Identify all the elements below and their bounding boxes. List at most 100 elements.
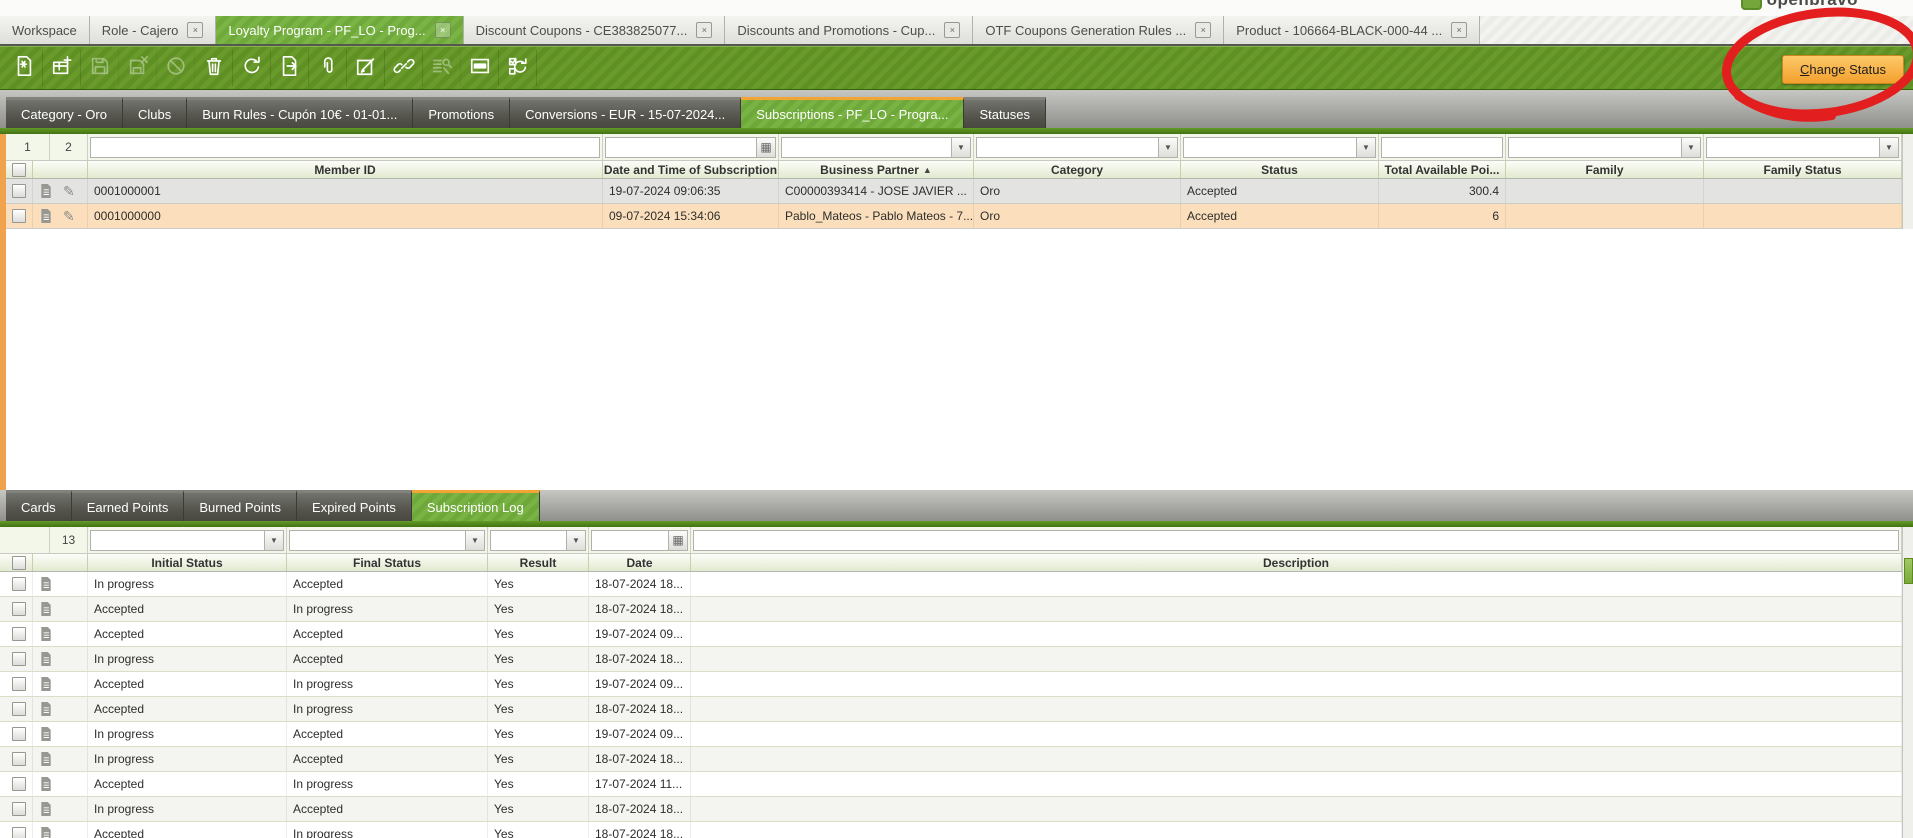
subscription-log-row[interactable]: Accepted In progress Yes 19-07-2024 09... (0, 672, 1913, 697)
window-button[interactable] (461, 50, 499, 86)
row-checkbox[interactable] (12, 652, 26, 666)
column-header-business-partner[interactable]: Business Partner ▲ (779, 161, 974, 178)
subscription-log-row[interactable]: In progress Accepted Yes 19-07-2024 09... (0, 722, 1913, 747)
column-header-date[interactable]: Date (589, 554, 691, 571)
filter-dropdown-icon[interactable]: ▼ (1158, 137, 1177, 157)
row-checkbox[interactable] (12, 827, 26, 838)
column-header-final-status[interactable]: Final Status (287, 554, 488, 571)
column-header-date-and-time-of-subscriptio[interactable]: Date and Time of Subscription (603, 161, 779, 178)
open-record-icon[interactable] (39, 676, 53, 692)
filter-input-final-status[interactable]: ▼ (289, 529, 485, 551)
filter-input-business-partner[interactable]: ▼ (781, 136, 971, 158)
tab-workspace[interactable]: Workspace (0, 16, 90, 44)
open-record-icon[interactable] (39, 183, 53, 199)
close-icon[interactable]: × (434, 22, 451, 38)
edit-record-icon[interactable]: ✎ (63, 208, 75, 225)
column-header-family[interactable]: Family (1506, 161, 1704, 178)
subscription-log-row[interactable]: Accepted In progress Yes 18-07-2024 18... (0, 822, 1913, 838)
close-icon[interactable]: × (944, 22, 961, 38)
lower-grid-scrollbar[interactable] (1902, 527, 1913, 838)
filter-input-total-available-poi[interactable] (1381, 136, 1503, 158)
open-record-icon[interactable] (39, 626, 53, 642)
column-header-total-available-poi[interactable]: Total Available Poi... (1379, 161, 1506, 178)
select-all-checkbox[interactable] (12, 555, 26, 570)
open-record-icon[interactable] (39, 801, 53, 817)
filter-input-family[interactable]: ▼ (1508, 136, 1701, 158)
filter-input-member-id[interactable] (90, 136, 600, 158)
filter-dropdown-icon[interactable]: ▼ (465, 530, 484, 550)
edit-button[interactable] (347, 50, 385, 86)
delete-button[interactable] (195, 50, 233, 86)
open-record-icon[interactable] (39, 701, 53, 717)
tab-loyalty-program-pf-lo-prog[interactable]: Loyalty Program - PF_LO - Prog... × (216, 16, 464, 44)
subscription-log-row[interactable]: Accepted In progress Yes 17-07-2024 11... (0, 772, 1913, 797)
filter-dropdown-icon[interactable]: ▼ (1356, 137, 1375, 157)
subscription-log-row[interactable]: In progress Accepted Yes 18-07-2024 18... (0, 647, 1913, 672)
child-tab-burned-points[interactable]: Burned Points (184, 490, 298, 521)
subscription-log-row[interactable]: Accepted Accepted Yes 19-07-2024 09... (0, 622, 1913, 647)
attachment-button[interactable] (309, 50, 347, 86)
subscription-log-row[interactable]: In progress Accepted Yes 18-07-2024 18... (0, 572, 1913, 597)
scrollbar-thumb[interactable] (1904, 558, 1913, 584)
upper-grid-scrollbar[interactable] (1902, 134, 1913, 229)
tab-role-cajero[interactable]: Role - Cajero × (89, 16, 217, 44)
filter-dropdown-icon[interactable]: ▼ (566, 530, 585, 550)
column-header-member-id[interactable]: Member ID (88, 161, 603, 178)
filter-dropdown-icon[interactable]: ▼ (264, 530, 283, 550)
new-document-button[interactable] (5, 50, 43, 86)
open-record-icon[interactable] (39, 726, 53, 742)
row-checkbox[interactable] (12, 627, 26, 641)
column-header-initial-status[interactable]: Initial Status (88, 554, 287, 571)
link-button[interactable] (385, 50, 423, 86)
column-header-result[interactable]: Result (488, 554, 589, 571)
change-status-button[interactable]: Change Status (1781, 55, 1904, 84)
filter-input-date[interactable]: ▦ (591, 529, 688, 551)
row-checkbox[interactable] (12, 727, 26, 741)
subtab-statuses[interactable]: Statuses (964, 97, 1047, 128)
filter-input-description[interactable] (693, 529, 1899, 551)
subtab-clubs[interactable]: Clubs (122, 97, 188, 128)
tab-discounts-and-promotions-cup[interactable]: Discounts and Promotions - Cup... × (725, 16, 974, 44)
filter-input-initial-status[interactable]: ▼ (90, 529, 284, 551)
child-tab-subscription-log[interactable]: Subscription Log (411, 490, 540, 521)
subscription-log-row[interactable]: Accepted In progress Yes 18-07-2024 18... (0, 697, 1913, 722)
child-tab-earned-points[interactable]: Earned Points (71, 490, 185, 521)
open-record-icon[interactable] (39, 651, 53, 667)
row-checkbox[interactable] (12, 184, 26, 198)
subtab-category-oro[interactable]: Category - Oro (6, 97, 123, 128)
row-checkbox[interactable] (12, 577, 26, 591)
column-header-description[interactable]: Description (691, 554, 1902, 571)
open-record-icon[interactable] (39, 776, 53, 792)
close-icon[interactable]: × (1195, 22, 1212, 38)
open-record-icon[interactable] (39, 826, 53, 838)
calendar-picker-icon[interactable]: ▦ (756, 137, 775, 157)
open-record-icon[interactable] (39, 208, 53, 224)
child-tab-expired-points[interactable]: Expired Points (297, 490, 412, 521)
row-checkbox[interactable] (12, 752, 26, 766)
close-icon[interactable]: × (1451, 22, 1468, 38)
subscription-log-row[interactable]: In progress Accepted Yes 18-07-2024 18... (0, 797, 1913, 822)
row-checkbox[interactable] (12, 209, 26, 223)
filter-input-date-and-time-of-subscriptio[interactable]: ▦ (605, 136, 776, 158)
close-icon[interactable]: × (696, 22, 713, 38)
calendar-picker-icon[interactable]: ▦ (668, 530, 687, 550)
column-header-status[interactable]: Status (1181, 161, 1379, 178)
column-header-family-status[interactable]: Family Status (1704, 161, 1902, 178)
refresh-button[interactable] (233, 50, 271, 86)
filter-input-category[interactable]: ▼ (976, 136, 1178, 158)
column-header-category[interactable]: Category (974, 161, 1181, 178)
select-all-checkbox[interactable] (12, 162, 26, 177)
edit-record-icon[interactable]: ✎ (63, 183, 75, 200)
filter-input-family-status[interactable]: ▼ (1706, 136, 1899, 158)
child-tab-cards[interactable]: Cards (6, 490, 72, 521)
tab-discount-coupons-ce383825077[interactable]: Discount Coupons - CE383825077... × (463, 16, 726, 44)
open-record-icon[interactable] (39, 601, 53, 617)
row-checkbox[interactable] (12, 602, 26, 616)
refresh-selection-button[interactable] (499, 50, 537, 86)
row-checkbox[interactable] (12, 677, 26, 691)
export-button[interactable] (271, 50, 309, 86)
open-record-icon[interactable] (39, 751, 53, 767)
new-row-button[interactable] (43, 50, 81, 86)
subtab-burn-rules-cup-n-10-01-01[interactable]: Burn Rules - Cupón 10€ - 01-01... (187, 97, 414, 128)
row-checkbox[interactable] (12, 777, 26, 791)
